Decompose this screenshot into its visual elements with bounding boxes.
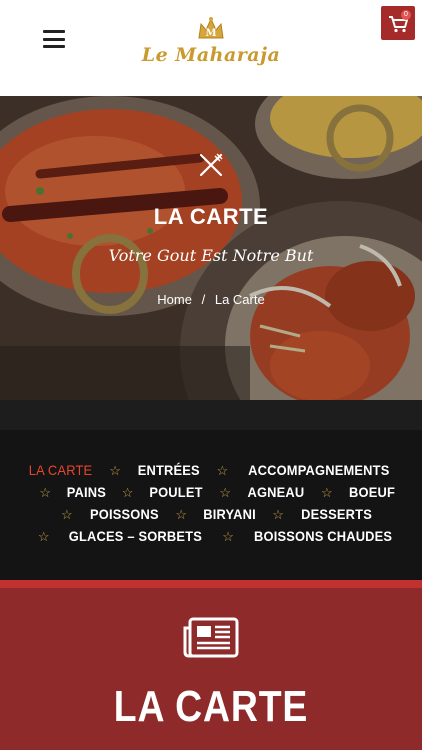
- star-icon: ☆: [37, 529, 50, 544]
- category-entrees[interactable]: ENTRÉES: [138, 462, 200, 478]
- cart-button[interactable]: 0: [381, 6, 415, 40]
- svg-text:M: M: [205, 28, 216, 39]
- hero-title: LA CARTE: [153, 204, 269, 229]
- star-icon: ☆: [216, 463, 229, 478]
- breadcrumb: Home / La Carte: [0, 292, 422, 307]
- star-icon: ☆: [222, 529, 234, 544]
- breadcrumb-home-link[interactable]: Home: [157, 292, 192, 307]
- category-row-2: ☆ PAINS ☆ POULET ☆ AGNEAU ☆ BOEUF: [0, 484, 422, 501]
- newspaper-icon: [183, 617, 239, 658]
- section-top-strip: [0, 580, 422, 588]
- category-boeuf[interactable]: BOEUF: [349, 484, 395, 500]
- star-icon: ☆: [175, 507, 188, 522]
- breadcrumb-current: La Carte: [214, 292, 265, 307]
- site-header: M Le Maharaja 0: [0, 0, 422, 96]
- category-row-4: ☆ GLACES – SORBETS ☆ BOISSONS CHAUDES: [0, 528, 422, 545]
- hero-banner: LA CARTE Votre Gout Est Notre But Home /…: [0, 96, 422, 400]
- category-accompagnements[interactable]: ACCOMPAGNEMENTS: [248, 462, 389, 478]
- category-agneau[interactable]: AGNEAU: [248, 484, 305, 500]
- star-icon: ☆: [61, 507, 73, 522]
- star-icon: ☆: [121, 485, 134, 500]
- star-icon: ☆: [39, 485, 52, 500]
- menu-section: LA CARTE: [0, 588, 422, 750]
- nav-band-top: [0, 400, 422, 430]
- logo[interactable]: M Le Maharaja: [140, 14, 282, 76]
- star-icon: ☆: [320, 485, 333, 500]
- star-icon: ☆: [109, 463, 121, 478]
- category-boissons-chaudes[interactable]: BOISSONS CHAUDES: [254, 528, 392, 544]
- section-title: LA CARTE: [113, 682, 309, 731]
- cart-count-badge: 0: [401, 10, 411, 20]
- category-desserts[interactable]: DESSERTS: [301, 506, 372, 522]
- star-icon: ☆: [219, 485, 232, 500]
- category-poissons[interactable]: POISSONS: [90, 506, 159, 522]
- category-row-1: LA CARTE ☆ ENTRÉES ☆ ACCOMPAGNEMENTS: [0, 462, 422, 479]
- logo-text: Le Maharaja: [141, 44, 281, 66]
- category-la-carte[interactable]: LA CARTE: [29, 462, 93, 478]
- star-icon: ☆: [272, 507, 284, 522]
- utensils-icon: [199, 153, 223, 177]
- hamburger-icon[interactable]: [43, 30, 65, 48]
- category-glaces-sorbets[interactable]: GLACES – SORBETS: [69, 528, 202, 544]
- hero-subtitle: Votre Gout Est Notre But: [108, 246, 314, 265]
- category-row-3: ☆ POISSONS ☆ BIRYANI ☆ DESSERTS: [0, 506, 422, 523]
- category-biryani[interactable]: BIRYANI: [203, 506, 256, 522]
- crown-icon: M: [198, 17, 224, 39]
- category-nav: LA CARTE ☆ ENTRÉES ☆ ACCOMPAGNEMENTS ☆ P…: [0, 430, 422, 580]
- breadcrumb-separator: /: [201, 292, 206, 307]
- category-poulet[interactable]: POULET: [150, 484, 203, 500]
- category-pains[interactable]: PAINS: [67, 484, 106, 500]
